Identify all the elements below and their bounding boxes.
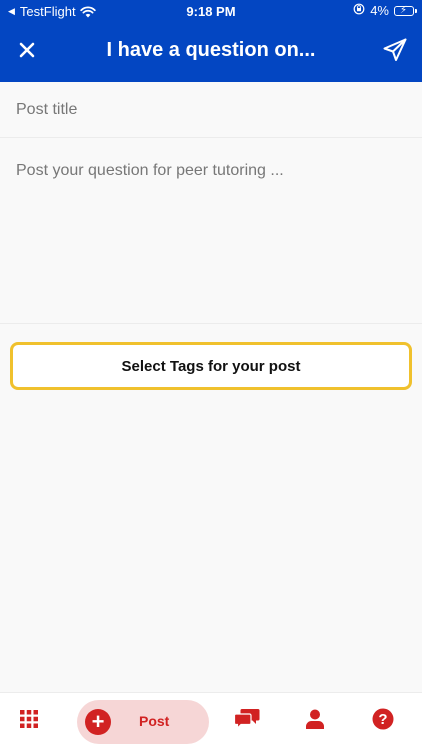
orientation-lock-icon bbox=[353, 3, 365, 18]
post-tab-label: Post bbox=[139, 713, 170, 729]
plus-icon: + bbox=[85, 709, 111, 735]
grid-menu-icon bbox=[20, 710, 38, 733]
send-button[interactable] bbox=[380, 37, 410, 67]
battery-percent: 4% bbox=[370, 3, 389, 18]
chat-icon bbox=[233, 708, 260, 735]
status-bar: ◀ TestFlight 9:18 PM 4% ⚡ bbox=[0, 0, 422, 24]
tab-menu[interactable] bbox=[8, 693, 50, 750]
header: ◀ TestFlight 9:18 PM 4% ⚡ I have a quest… bbox=[0, 0, 422, 82]
close-icon bbox=[19, 42, 35, 63]
select-tags-button[interactable]: Select Tags for your post bbox=[10, 342, 412, 390]
nav-bar: I have a question on... bbox=[0, 24, 422, 82]
send-icon bbox=[382, 37, 408, 68]
profile-icon bbox=[305, 709, 325, 734]
post-tab-button[interactable]: + Post bbox=[77, 700, 209, 744]
post-title-input[interactable] bbox=[16, 82, 406, 137]
tab-chat[interactable] bbox=[226, 693, 268, 750]
bottom-nav: + Post ? bbox=[0, 692, 422, 750]
close-button[interactable] bbox=[12, 37, 42, 67]
post-title-field bbox=[0, 82, 422, 138]
svg-text:?: ? bbox=[378, 711, 387, 728]
post-body-field bbox=[0, 139, 422, 324]
select-tags-label: Select Tags for your post bbox=[121, 357, 301, 375]
help-icon: ? bbox=[372, 708, 394, 735]
tab-profile[interactable] bbox=[294, 693, 336, 750]
page-title: I have a question on... bbox=[106, 39, 316, 61]
tab-help[interactable]: ? bbox=[362, 693, 404, 750]
battery-icon: ⚡ bbox=[394, 5, 417, 16]
post-body-input[interactable] bbox=[16, 162, 406, 312]
status-right: 4% ⚡ bbox=[353, 3, 417, 18]
